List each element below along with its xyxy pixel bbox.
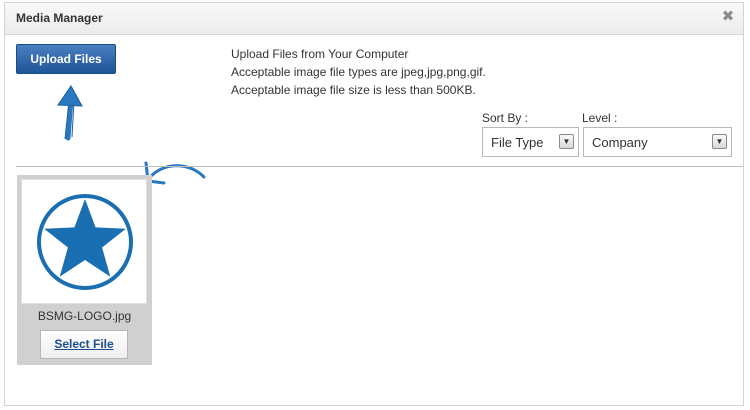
upload-files-button[interactable]: Upload Files — [16, 44, 116, 74]
file-tile: BSMG-LOGO.jpg Select File — [17, 175, 152, 365]
close-icon[interactable]: ✖ — [721, 9, 735, 25]
chevron-down-icon[interactable]: ▼ — [712, 134, 727, 149]
section-divider — [16, 166, 743, 167]
level-label: Level : — [582, 111, 618, 125]
dialog-titlebar: Media Manager ✖ — [5, 3, 743, 35]
upload-info: Upload Files from Your Computer Acceptab… — [231, 45, 486, 99]
level-select[interactable]: Company ▼ — [583, 127, 732, 157]
annotation-arrow-up-icon — [57, 85, 83, 141]
select-file-button[interactable]: Select File — [40, 330, 128, 359]
file-name: BSMG-LOGO.jpg — [37, 309, 132, 323]
info-line: Acceptable image file types are jpeg,jpg… — [231, 65, 486, 79]
chevron-down-icon[interactable]: ▼ — [559, 134, 574, 149]
file-thumbnail[interactable] — [21, 179, 147, 304]
dialog-title: Media Manager — [16, 11, 103, 25]
sort-by-value: File Type — [491, 135, 544, 150]
sort-by-label: Sort By : — [482, 111, 529, 125]
sort-by-select[interactable]: File Type ▼ — [482, 127, 579, 157]
media-manager-dialog: Media Manager ✖ Upload Files Upload File… — [4, 2, 744, 406]
info-line: Upload Files from Your Computer — [231, 47, 409, 61]
info-line: Acceptable image file size is less than … — [231, 83, 476, 97]
level-value: Company — [592, 135, 648, 150]
star-logo-icon — [37, 194, 133, 290]
